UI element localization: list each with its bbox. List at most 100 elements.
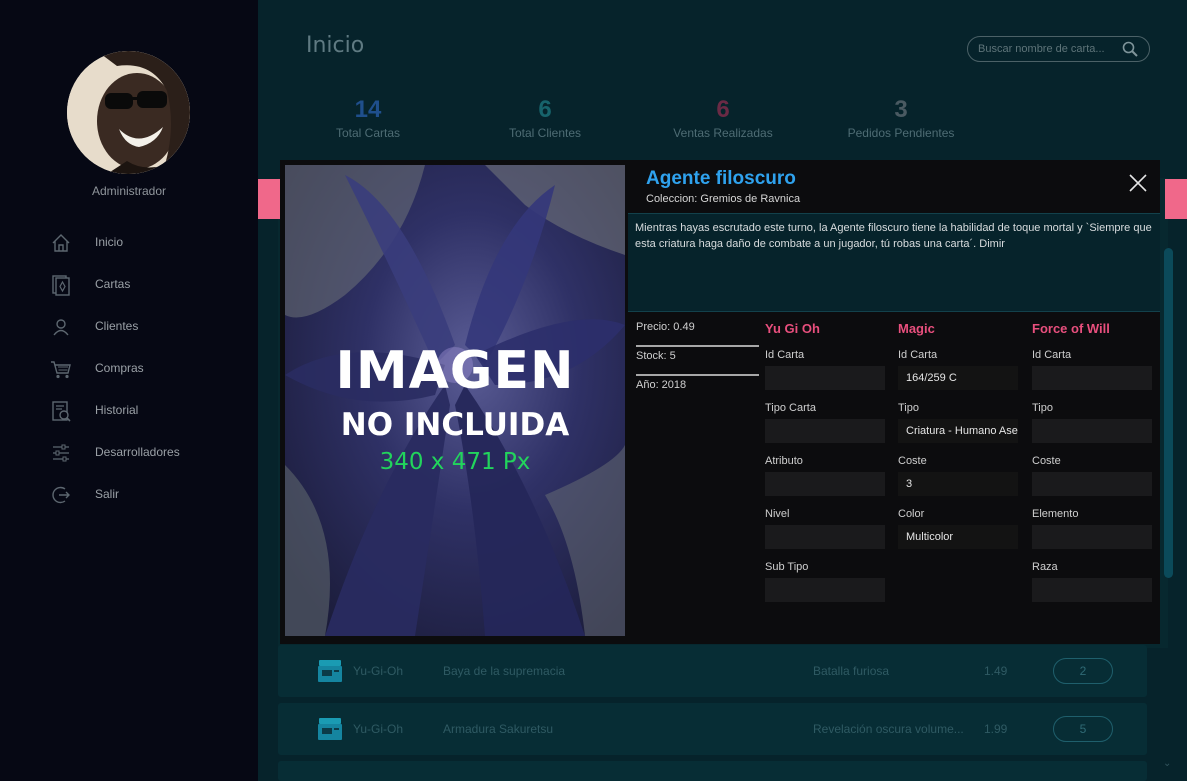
list-item[interactable] bbox=[278, 761, 1147, 781]
sidebar-item-desarrolladores[interactable]: Desarrolladores bbox=[0, 432, 258, 474]
list-item-price: 1.49 bbox=[984, 664, 1008, 678]
search-input[interactable] bbox=[978, 42, 1118, 56]
fow-coste-input[interactable] bbox=[1032, 472, 1152, 496]
username: Administrador bbox=[91, 184, 167, 198]
card-collection: Coleccion: Gremios de Ravnica bbox=[646, 193, 801, 205]
yugioh-id-input[interactable] bbox=[765, 366, 885, 390]
yugioh-id-field: Id Carta bbox=[765, 341, 885, 394]
magic-id-input[interactable]: 164/259 C bbox=[898, 366, 1018, 390]
sidebar-nav: Inicio Cartas Clientes Compras Historial bbox=[0, 222, 258, 516]
list-item-collection: Revelación oscura volume... bbox=[813, 722, 963, 736]
sidebar-item-historial[interactable]: Historial bbox=[0, 390, 258, 432]
sidebar-item-salir[interactable]: Salir bbox=[0, 474, 258, 516]
list-item[interactable]: Yu-Gi-Oh Baya de la supremacia Batalla f… bbox=[278, 645, 1147, 697]
field-label: Atributo bbox=[765, 455, 803, 467]
page-title: Inicio bbox=[306, 33, 365, 58]
list-item-qty[interactable]: 2 bbox=[1053, 658, 1113, 684]
stat-label: Pedidos Pendientes bbox=[847, 126, 955, 140]
field-label: Tipo bbox=[1032, 402, 1053, 414]
magic-header: Magic bbox=[898, 321, 935, 336]
list-item-name: Armadura Sakuretsu bbox=[443, 722, 554, 736]
yugioh-nivel-input[interactable] bbox=[765, 525, 885, 549]
field-label: Raza bbox=[1032, 561, 1058, 573]
field-label: Tipo bbox=[898, 402, 919, 414]
card-detail-modal: IMAGEN NO INCLUIDA 340 x 471 Px Agente f… bbox=[280, 160, 1160, 644]
search-box[interactable] bbox=[967, 36, 1150, 62]
fow-elemento-input[interactable] bbox=[1032, 525, 1152, 549]
list-item-price: 1.99 bbox=[984, 722, 1008, 736]
stat-total-clientes: 6 Total Clientes bbox=[455, 96, 635, 140]
stat-total-cartas: 14 Total Cartas bbox=[278, 96, 458, 140]
fow-coste-field: Coste bbox=[1032, 447, 1152, 500]
image-placeholder-title: IMAGEN bbox=[335, 341, 575, 401]
magic-coste-input[interactable]: 3 bbox=[898, 472, 1018, 496]
history-icon bbox=[50, 400, 72, 422]
search-icon[interactable] bbox=[1121, 40, 1139, 58]
magic-id-field: Id Carta 164/259 C bbox=[898, 341, 1018, 394]
sidebar-item-label: Historial bbox=[95, 403, 139, 417]
card-stock: Stock: 5 bbox=[636, 347, 759, 376]
field-label: Coste bbox=[898, 455, 927, 467]
field-label: Id Carta bbox=[1032, 349, 1072, 361]
list-item-game: Yu-Gi-Oh bbox=[353, 664, 404, 678]
deck-box-icon bbox=[316, 716, 344, 742]
field-label: Color bbox=[898, 508, 925, 520]
stat-value: 14 bbox=[354, 96, 382, 123]
yugioh-atributo-input[interactable] bbox=[765, 472, 885, 496]
image-placeholder-size: 340 x 471 Px bbox=[379, 449, 531, 475]
sidebar-item-compras[interactable]: Compras bbox=[0, 348, 258, 390]
fow-raza-input[interactable] bbox=[1032, 578, 1152, 602]
fow-id-field: Id Carta bbox=[1032, 341, 1152, 394]
stat-value: 6 bbox=[538, 96, 552, 123]
image-placeholder-subtitle: NO INCLUIDA bbox=[340, 407, 570, 443]
yugioh-tipo-input[interactable] bbox=[765, 419, 885, 443]
magic-color-input[interactable]: Multicolor bbox=[898, 525, 1018, 549]
fow-tipo-field: Tipo bbox=[1032, 394, 1152, 447]
sidebar-item-cartas[interactable]: Cartas bbox=[0, 264, 258, 306]
field-label: Id Carta bbox=[765, 349, 805, 361]
sidebar-item-inicio[interactable]: Inicio bbox=[0, 222, 258, 264]
scrollbar[interactable]: ⌄ bbox=[1163, 240, 1173, 780]
card-info: Precio: 0.49 Stock: 5 Año: 2018 bbox=[636, 318, 759, 405]
scrollbar-thumb[interactable] bbox=[1164, 248, 1173, 578]
field-label: Sub Tipo bbox=[765, 561, 809, 573]
yugioh-subtipo-input[interactable] bbox=[765, 578, 885, 602]
list-item[interactable]: Yu-Gi-Oh Armadura Sakuretsu Revelación o… bbox=[278, 703, 1147, 755]
accent-bar-left bbox=[258, 179, 280, 219]
card-description: Mientras hayas escrutado este turno, la … bbox=[628, 213, 1160, 312]
field-label: Nivel bbox=[765, 508, 790, 520]
yugioh-header: Yu Gi Oh bbox=[765, 321, 820, 336]
stat-label: Total Cartas bbox=[335, 126, 401, 140]
magic-tipo-field: Tipo Criatura - Humano Asesino bbox=[898, 394, 1018, 447]
fow-id-input[interactable] bbox=[1032, 366, 1152, 390]
field-label: Coste bbox=[1032, 455, 1061, 467]
user-icon bbox=[50, 316, 72, 338]
cart-icon bbox=[50, 358, 72, 380]
list-item-qty[interactable]: 5 bbox=[1053, 716, 1113, 742]
card-image: IMAGEN NO INCLUIDA 340 x 471 Px bbox=[285, 165, 625, 636]
fow-raza-field: Raza bbox=[1032, 553, 1152, 606]
avatar bbox=[67, 51, 190, 174]
sidebar-item-label: Cartas bbox=[95, 277, 131, 291]
fow-tipo-input[interactable] bbox=[1032, 419, 1152, 443]
chevron-down-icon[interactable]: ⌄ bbox=[1163, 758, 1171, 769]
sidebar-item-label: Clientes bbox=[95, 319, 139, 333]
sidebar-item-clientes[interactable]: Clientes bbox=[0, 306, 258, 348]
magic-tipo-input[interactable]: Criatura - Humano Asesino bbox=[898, 419, 1018, 443]
close-icon[interactable] bbox=[1128, 173, 1148, 193]
yugioh-nivel-field: Nivel bbox=[765, 500, 885, 553]
sidebar: Administrador Inicio Cartas Clientes Com… bbox=[0, 0, 258, 781]
stat-pedidos-pendientes: 3 Pedidos Pendientes bbox=[811, 96, 991, 140]
list-item-collection: Batalla furiosa bbox=[813, 664, 890, 678]
field-label: Tipo Carta bbox=[765, 402, 816, 414]
cards-icon bbox=[50, 274, 72, 296]
logout-icon bbox=[50, 484, 72, 506]
stat-label: Ventas Realizadas bbox=[673, 126, 773, 140]
yugioh-subtipo-field: Sub Tipo bbox=[765, 553, 885, 606]
stat-value: 3 bbox=[894, 96, 908, 123]
sliders-icon bbox=[50, 442, 72, 464]
stat-value: 6 bbox=[716, 96, 730, 123]
yugioh-column: Yu Gi Oh Id Carta Tipo Carta Atributo Ni… bbox=[765, 321, 885, 606]
field-label: Id Carta bbox=[898, 349, 938, 361]
list-item-game: Yu-Gi-Oh bbox=[353, 722, 404, 736]
